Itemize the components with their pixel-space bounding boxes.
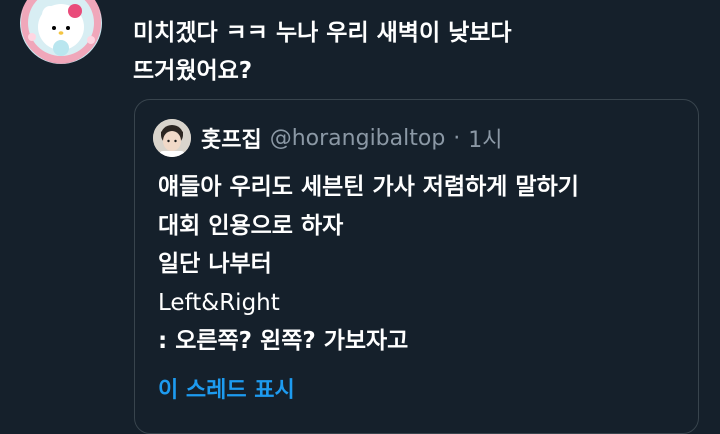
quote-text-line: 얘들아 우리도 세븐틴 가사 저렴하게 말하기 — [158, 174, 579, 200]
quote-timestamp[interactable]: 1시 — [468, 122, 502, 154]
hello-kitty-avatar-icon — [21, 0, 101, 63]
quote-text-line: : 오른쪽? 왼쪽? 가보자고 — [158, 328, 409, 354]
quote-text-line: 일단 나부터 — [158, 251, 272, 277]
quote-avatar[interactable] — [153, 119, 191, 157]
quote-text-line: 대회 인용으로 하자 — [158, 212, 344, 239]
quote-display-name[interactable]: 홋프집 — [201, 122, 262, 154]
quote-text-line: Left&Right — [158, 289, 280, 316]
tweet-text-line: 미치겠다 ㅋㅋ 누나 우리 새벽이 낮보다 — [133, 20, 512, 46]
quoted-tweet-header: 홋프집 @horangibaltop · 1시 — [153, 118, 503, 158]
quoted-tweet-text: 얘들아 우리도 세븐틴 가사 저렴하게 말하기 대회 인용으로 하자 일단 나부… — [158, 168, 688, 361]
quote-handle[interactable]: @horangibaltop — [270, 126, 446, 151]
tweet-text: 미치겠다 ㅋㅋ 누나 우리 새벽이 낮보다 뜨거웠어요? — [133, 14, 653, 90]
separator-dot: · — [453, 125, 461, 151]
previous-header-cutoff: ▔▔▔ ▔▔▔▔▔▔▔▔ ▔ — [120, 0, 460, 4]
person-avatar-icon — [153, 119, 191, 157]
user-avatar[interactable] — [20, 0, 102, 64]
tweet-text-line: 뜨거웠어요? — [133, 58, 253, 84]
show-thread-link[interactable]: 이 스레드 표시 — [158, 372, 295, 404]
quoted-tweet-card[interactable]: 홋프집 @horangibaltop · 1시 얘들아 우리도 세븐틴 가사 저… — [134, 99, 699, 434]
